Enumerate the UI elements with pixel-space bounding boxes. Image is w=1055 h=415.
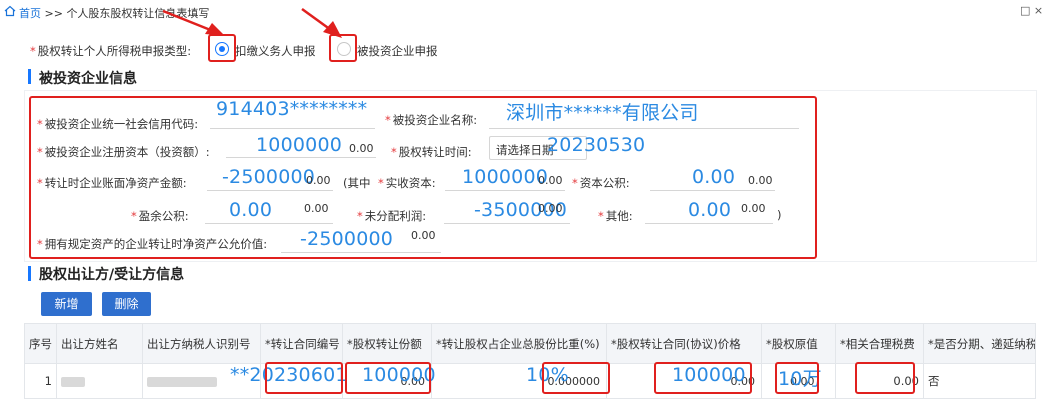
capital-default: 0.00 [349,142,374,155]
breadcrumb-separator: >> [44,7,63,20]
credit-code-value: 914403******** [216,98,368,120]
arrow-icon [162,9,225,36]
net-assets-label: * 转让时企业账面净资产金额: [37,176,187,190]
transfer-date-placeholder: 请选择日期 [496,143,554,157]
column-header: *是否分期、递延纳税 [923,323,1036,364]
undistributed-default: 0.00 [538,202,563,215]
column-header: *转让股权占企业总股份比重(%) [431,323,607,364]
paren-close: ) [777,208,782,222]
column-header: 出让方纳税人识别号 [142,323,261,364]
column-header: 出让方姓名 [56,323,143,364]
column-header: *股权原值 [761,323,836,364]
highlight-box [345,362,431,394]
capital-value: 1000000 [256,134,343,156]
installment-cell[interactable]: 否 [923,363,1036,399]
row-index: 1 [24,363,57,399]
column-header: 序号 [24,323,57,364]
company-name-label: * 被投资企业名称: [385,113,478,127]
highlight-box [265,362,343,394]
surplus-default: 0.00 [304,202,329,215]
capital-reserve-value: 0.00 [692,166,736,188]
capital-label: * 被投资企业注册资本（投资额）: [37,145,210,159]
section-marker [28,69,31,84]
column-header: *转让合同编号 [260,323,343,364]
column-header: *股权转让合同(协议)价格 [606,323,762,364]
breadcrumb-home-link[interactable]: 首页 [19,7,41,20]
transfer-date-value: 20230530 [547,134,646,156]
column-header: *相关合理税费 [835,323,924,364]
radio-invested-company-label[interactable]: 被投资企业申报 [357,43,438,59]
arrow-icon [301,7,342,38]
masked-taxid [147,376,217,387]
paid-in-prefix: (其中 [343,176,371,190]
other-default: 0.00 [741,202,766,215]
other-value: 0.00 [688,199,732,221]
surplus-value: 0.00 [229,199,273,221]
paid-in-value: 1000000 [462,166,549,188]
undistributed-label: * 未分配利润: [357,209,427,223]
credit-code-label: * 被投资企业统一社会信用代码: [37,117,199,131]
home-icon[interactable] [4,5,16,20]
masked-name [61,376,85,387]
paid-in-default: 0.00 [538,174,563,187]
other-label: * 其他: [598,209,633,223]
paid-in-label: * 实收资本: [378,176,436,190]
highlight-box [775,362,819,394]
section-title-company: 被投资企业信息 [39,71,137,87]
fair-value-default: 0.00 [411,229,436,242]
fair-value-label: * 拥有规定资产的企业转让时净资产公允价值: [37,237,268,251]
declare-type-label: * 股权转让个人所得税申报类型: [30,44,192,58]
surplus-label: * 盈余公积: [131,209,189,223]
fair-value-value: -2500000 [300,228,394,250]
delete-button[interactable]: 删除 [102,292,151,316]
net-assets-default: 0.00 [306,174,331,187]
highlight-box [542,362,610,394]
capital-reserve-default: 0.00 [748,174,773,187]
section-marker [28,266,31,281]
radio-withholding-agent-label[interactable]: 扣缴义务人申报 [235,43,316,59]
column-header: *股权转让份额 [342,323,432,364]
highlight-box [654,362,752,394]
highlight-box [855,362,915,394]
section-title-transfer: 股权出让方/受让方信息 [39,267,185,283]
company-name-value: 深圳市******有限公司 [506,102,699,124]
net-assets-value: -2500000 [222,166,316,188]
capital-reserve-label: * 资本公积: [572,176,630,190]
transfer-time-label: * 股权转让时间: [391,145,472,159]
table-header-row: 序号 出让方姓名 出让方纳税人识别号 *转让合同编号 *股权转让份额 *转让股权… [24,323,1036,364]
add-button[interactable]: 新增 [41,292,92,316]
transferor-name-cell[interactable] [56,363,143,399]
window-controls[interactable]: □ × [1020,4,1043,17]
